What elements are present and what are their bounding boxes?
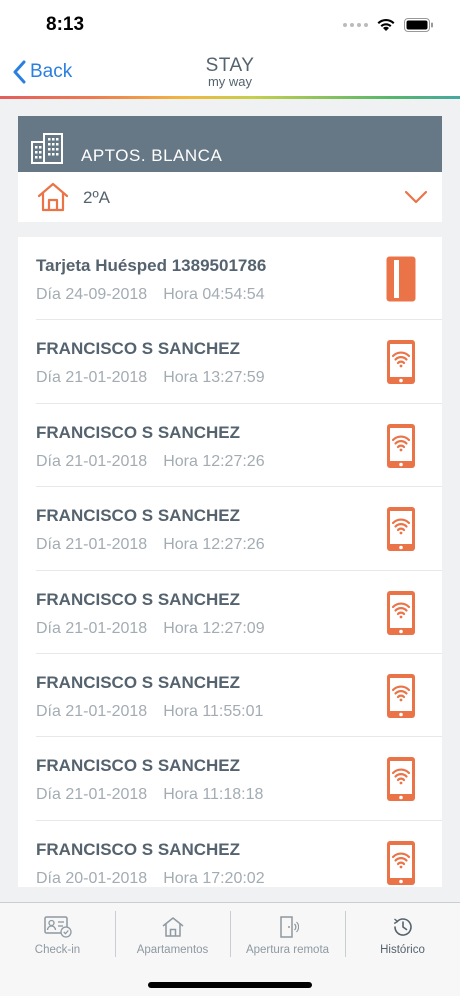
entry-time: Hora 12:27:09 bbox=[163, 619, 265, 637]
door-icon bbox=[279, 916, 299, 938]
entry-datetime: Día 21-01-2018 Hora 12:27:09 bbox=[36, 620, 265, 638]
entry-day: Día 21-01-2018 bbox=[36, 536, 148, 554]
phone-wifi-icon bbox=[387, 423, 415, 468]
entry-day: Día 21-01-2018 bbox=[36, 619, 148, 637]
entry-day: Día 21-01-2018 bbox=[36, 786, 148, 804]
list-item[interactable]: FRANCISCO S SANCHEZ Día 20-01-2018 Hora 1… bbox=[36, 821, 442, 887]
tab-label: Check-in bbox=[34, 944, 81, 956]
phone-wifi-icon bbox=[387, 673, 415, 718]
list-item[interactable]: Tarjeta Huésped 1389501786 Día 24-09-201… bbox=[36, 237, 442, 321]
entry-time: Hora 12:27:26 bbox=[163, 452, 265, 470]
entry-datetime: Día 21-01-2018 Hora 12:27:26 bbox=[36, 453, 265, 471]
list-item[interactable]: FRANCISCO S SANCHEZ Día 21-01-2018 Hora 1… bbox=[36, 571, 442, 654]
phone-wifi-icon bbox=[387, 590, 415, 635]
home-indicator bbox=[148, 982, 312, 988]
id-card-icon bbox=[43, 916, 72, 938]
wifi-icon bbox=[377, 18, 395, 31]
entry-time: Hora 04:54:54 bbox=[163, 286, 265, 303]
list-item[interactable]: FRANCISCO S SANCHEZ Día 21-01-2018 Hora 1… bbox=[36, 654, 442, 738]
navigation-bar: Back STAY my way bbox=[0, 48, 460, 98]
entry-day: Día 21-01-2018 bbox=[36, 452, 148, 470]
phone-wifi-icon bbox=[387, 507, 415, 552]
card-icon bbox=[386, 256, 416, 302]
entry-title: FRANCISCO S SANCHEZ bbox=[36, 422, 241, 442]
entry-title: FRANCISCO S SANCHEZ bbox=[36, 756, 241, 776]
entry-title: FRANCISCO S SANCHEZ bbox=[36, 589, 241, 609]
entry-datetime: Día 21-01-2018 Hora 11:55:01 bbox=[36, 703, 263, 721]
list-item[interactable]: FRANCISCO S SANCHEZ Día 21-01-2018 Hora 1… bbox=[36, 320, 442, 404]
entry-day: Día 20-01-2018 bbox=[36, 869, 148, 887]
tab-apertura-remota[interactable]: Apertura remota bbox=[230, 909, 345, 961]
entry-time: Hora 11:18:18 bbox=[163, 786, 264, 804]
entry-datetime: Día 21-01-2018 Hora 12:27:26 bbox=[36, 536, 265, 554]
status-time: 8:13 bbox=[46, 14, 85, 35]
history-list[interactable]: Tarjeta Huésped 1389501786 Día 24-09-201… bbox=[18, 237, 442, 887]
entry-title: FRANCISCO S SANCHEZ bbox=[36, 506, 241, 526]
building-header: APTOS. BLANCA bbox=[18, 116, 442, 172]
tab-apartamentos[interactable]: Apartamentos bbox=[115, 909, 230, 961]
tab-label: Histórico bbox=[380, 944, 425, 956]
phone-wifi-icon bbox=[387, 840, 415, 885]
building-name: APTOS. BLANCA bbox=[81, 146, 223, 165]
building-icon bbox=[31, 133, 63, 164]
status-icons bbox=[343, 17, 434, 32]
entry-title: Tarjeta Huésped 1389501786 bbox=[36, 256, 267, 275]
phone-wifi-icon bbox=[387, 757, 415, 802]
chevron-down-icon bbox=[404, 190, 428, 204]
status-bar: 8:13 bbox=[0, 0, 460, 48]
house-icon bbox=[162, 917, 183, 937]
tab-label: Apertura remota bbox=[245, 944, 330, 956]
entry-title: FRANCISCO S SANCHEZ bbox=[36, 339, 241, 359]
entry-day: Día 21-01-2018 bbox=[36, 702, 148, 720]
list-item[interactable]: FRANCISCO S SANCHEZ Día 21-01-2018 Hora 1… bbox=[36, 737, 442, 821]
clock-icon bbox=[393, 918, 412, 936]
apartment-selector[interactable]: 2ºA bbox=[18, 172, 442, 222]
entry-datetime: Día 20-01-2018 Hora 17:20:02 bbox=[36, 870, 265, 887]
entry-title: FRANCISCO S SANCHEZ bbox=[36, 839, 241, 859]
battery-icon bbox=[404, 17, 433, 32]
signal-icon bbox=[343, 22, 368, 27]
logo-bottom: my way bbox=[207, 74, 253, 89]
entry-day: Día 21-01-2018 bbox=[36, 369, 148, 387]
house-icon bbox=[37, 182, 69, 212]
tab-check-in[interactable]: Check-in bbox=[0, 909, 115, 961]
entry-datetime: Día 21-01-2018 Hora 11:18:18 bbox=[36, 786, 263, 804]
app-logo: STAY my way bbox=[0, 56, 460, 88]
tab-label: Apartamentos bbox=[136, 944, 209, 956]
tab-historico[interactable]: Histórico bbox=[345, 909, 460, 961]
phone-wifi-icon bbox=[387, 340, 415, 385]
apartment-label: 2ºA bbox=[83, 188, 111, 207]
list-item[interactable]: FRANCISCO S SANCHEZ Día 21-01-2018 Hora 1… bbox=[36, 487, 442, 571]
logo-top: STAY bbox=[205, 55, 255, 76]
entry-datetime: Día 24-09-2018 Hora 04:54:54 bbox=[36, 286, 265, 304]
entry-time: Hora 17:20:02 bbox=[163, 869, 265, 887]
entry-time: Hora 11:55:01 bbox=[163, 702, 264, 720]
entry-title: FRANCISCO S SANCHEZ bbox=[36, 672, 241, 692]
entry-time: Hora 12:27:26 bbox=[163, 536, 265, 554]
entry-day: Día 24-09-2018 bbox=[36, 286, 148, 303]
entry-datetime: Día 21-01-2018 Hora 13:27:59 bbox=[36, 369, 265, 387]
rainbow-divider bbox=[0, 96, 460, 99]
entry-time: Hora 13:27:59 bbox=[163, 369, 265, 387]
list-item[interactable]: FRANCISCO S SANCHEZ Día 21-01-2018 Hora 1… bbox=[36, 404, 442, 488]
